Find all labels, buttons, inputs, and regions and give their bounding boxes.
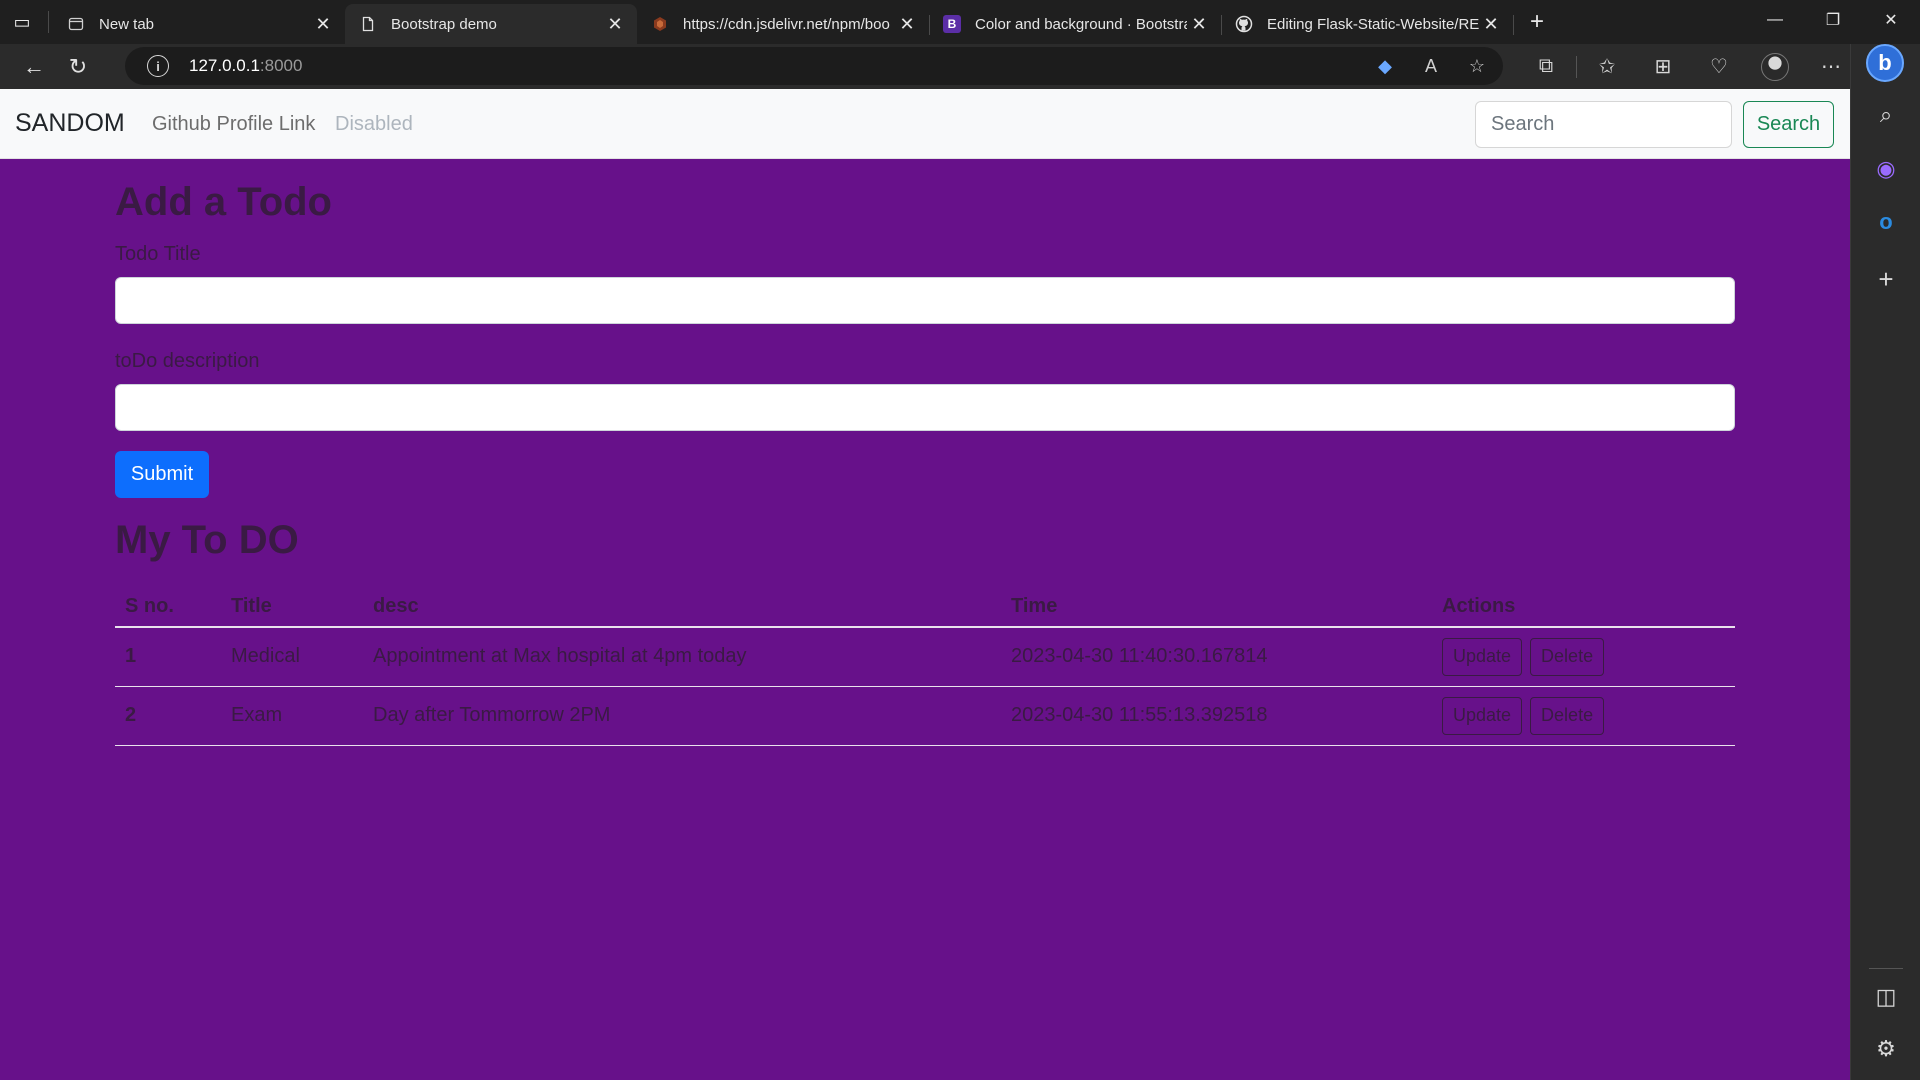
read-aloud-icon[interactable]: A	[1415, 56, 1447, 77]
tab-jsdelivr[interactable]: https://cdn.jsdelivr.net/npm/boo ✕	[637, 4, 930, 44]
document-icon	[359, 15, 377, 33]
profile-avatar[interactable]	[1761, 52, 1789, 81]
new-tab-plus-icon[interactable]: +	[1519, 4, 1555, 40]
tab-bootstrap-docs[interactable]: B Color and background · Bootstra ✕	[929, 4, 1222, 44]
tab-actions-icon[interactable]: ▭	[0, 0, 44, 44]
close-icon[interactable]: ✕	[895, 14, 919, 35]
tab-title: Editing Flask-Static-Website/REA	[1267, 15, 1479, 33]
restore-icon[interactable]: ❐	[1804, 0, 1862, 40]
close-icon[interactable]: ✕	[1479, 14, 1503, 35]
column-header-actions: Actions	[1432, 587, 1735, 628]
url-port: :8000	[259, 56, 303, 75]
browser-actions: ⧉ ✩ ⊞ ♡ ⋯	[1518, 44, 1859, 89]
tab-bootstrap-demo[interactable]: Bootstrap demo ✕	[345, 4, 637, 44]
tab-strip: ▭ New tab ✕ Bootstrap demo ✕ https://cdn…	[0, 0, 1920, 44]
site-info-icon[interactable]: i	[147, 55, 169, 77]
refresh-icon[interactable]: ↻	[56, 49, 100, 85]
cell-time: 2023-04-30 11:55:13.392518	[1001, 686, 1432, 746]
cell-sno: 1	[115, 627, 221, 687]
todo-title-input[interactable]	[115, 277, 1735, 324]
tab-separator	[48, 11, 49, 33]
window-controls: — ❐ ✕	[1746, 0, 1920, 40]
bootstrap-icon: B	[943, 15, 961, 33]
back-arrow-icon[interactable]: ←	[12, 49, 56, 85]
column-header-desc: desc	[363, 587, 1001, 628]
minimize-icon[interactable]: —	[1746, 0, 1804, 40]
search-input[interactable]	[1475, 101, 1732, 148]
tab-new-tab[interactable]: New tab ✕	[53, 4, 345, 44]
tab-title: New tab	[99, 15, 155, 33]
site-navbar: SANDOM Github Profile Link Disabled Sear…	[0, 89, 1850, 159]
todo-title-label: Todo Title	[115, 243, 201, 265]
todo-description-input[interactable]	[115, 384, 1735, 431]
cell-title: Exam	[221, 686, 363, 746]
address-bar-actions: ◆ A ☆	[1369, 47, 1493, 85]
sidebar-outlook-icon[interactable]: o	[1851, 209, 1920, 235]
delete-button[interactable]: Delete	[1530, 696, 1605, 735]
cell-actions: Update Delete	[1432, 686, 1735, 746]
bing-copilot-icon[interactable]: b	[1866, 44, 1904, 82]
submit-button[interactable]: Submit	[115, 451, 209, 498]
nav-link-disabled: Disabled	[335, 113, 413, 135]
sidebar-copilot-icon[interactable]: ◉	[1851, 156, 1920, 182]
page-content: SANDOM Github Profile Link Disabled Sear…	[0, 89, 1850, 1080]
column-header-sno: S no.	[115, 587, 221, 628]
table-row: 2 Exam Day after Tommorrow 2PM 2023-04-3…	[115, 686, 1735, 746]
tab-github[interactable]: Editing Flask-Static-Website/REA ✕	[1221, 4, 1514, 44]
cell-title: Medical	[221, 627, 363, 687]
delete-button[interactable]: Delete	[1530, 637, 1605, 676]
my-todo-heading: My To DO	[115, 518, 299, 562]
add-favorite-star-icon[interactable]: ☆	[1461, 56, 1493, 77]
navbar-brand[interactable]: SANDOM	[15, 109, 125, 138]
close-icon[interactable]: ✕	[311, 14, 335, 35]
todo-table: S no. Title desc Time Actions 1 Medical …	[115, 587, 1735, 746]
cell-desc: Appointment at Max hospital at 4pm today	[363, 627, 1001, 687]
column-header-time: Time	[1001, 587, 1432, 628]
cell-desc: Day after Tommorrow 2PM	[363, 686, 1001, 746]
edge-sidebar: ⌕ ◉ o + ◫ ⚙	[1850, 44, 1920, 1080]
url-text: 127.0.0.1:8000	[189, 56, 302, 76]
toolbar-separator	[1576, 55, 1577, 78]
cell-sno: 2	[115, 686, 221, 746]
browser-toolbar: ← ↻ i 127.0.0.1:8000 ◆ A ☆ ⧉ ✩ ⊞ ♡ ⋯	[0, 44, 1920, 89]
sidebar-search-icon[interactable]: ⌕	[1851, 102, 1920, 128]
column-header-title: Title	[221, 587, 363, 628]
address-bar[interactable]: i 127.0.0.1:8000 ◆ A ☆	[125, 47, 1503, 85]
jsdelivr-icon	[651, 15, 669, 33]
newtab-page-icon	[67, 15, 85, 33]
cell-actions: Update Delete	[1432, 627, 1735, 687]
update-button[interactable]: Update	[1442, 637, 1523, 676]
tab-title: Bootstrap demo	[391, 15, 497, 33]
close-icon[interactable]: ✕	[603, 14, 627, 35]
nav-link-github-profile[interactable]: Github Profile Link	[152, 113, 315, 136]
shopping-tag-icon[interactable]: ◆	[1369, 56, 1401, 77]
table-header-row: S no. Title desc Time Actions	[115, 587, 1735, 628]
sidebar-settings-gear-icon[interactable]: ⚙	[1851, 1036, 1920, 1062]
browser-essentials-heart-icon[interactable]: ♡	[1691, 54, 1747, 79]
window-close-icon[interactable]: ✕	[1862, 0, 1920, 40]
collections-icon[interactable]: ⊞	[1635, 54, 1691, 79]
search-button[interactable]: Search	[1743, 101, 1834, 148]
close-icon[interactable]: ✕	[1187, 14, 1211, 35]
cell-time: 2023-04-30 11:40:30.167814	[1001, 627, 1432, 687]
extensions-puzzle-icon[interactable]: ⧉	[1518, 55, 1574, 78]
todo-description-label: toDo description	[115, 350, 260, 372]
github-icon	[1235, 15, 1253, 33]
sidebar-add-plus-icon[interactable]: +	[1851, 264, 1920, 295]
favorites-icon[interactable]: ✩	[1579, 54, 1635, 79]
url-host: 127.0.0.1	[189, 56, 260, 75]
tab-title: https://cdn.jsdelivr.net/npm/boo	[683, 15, 890, 33]
add-todo-heading: Add a Todo	[115, 180, 332, 224]
sidebar-panel-toggle-icon[interactable]: ◫	[1851, 984, 1920, 1010]
table-row: 1 Medical Appointment at Max hospital at…	[115, 627, 1735, 687]
update-button[interactable]: Update	[1442, 696, 1523, 735]
sidebar-divider	[1869, 968, 1903, 969]
tab-title: Color and background · Bootstra	[975, 15, 1187, 33]
tab-divider	[1513, 15, 1514, 35]
